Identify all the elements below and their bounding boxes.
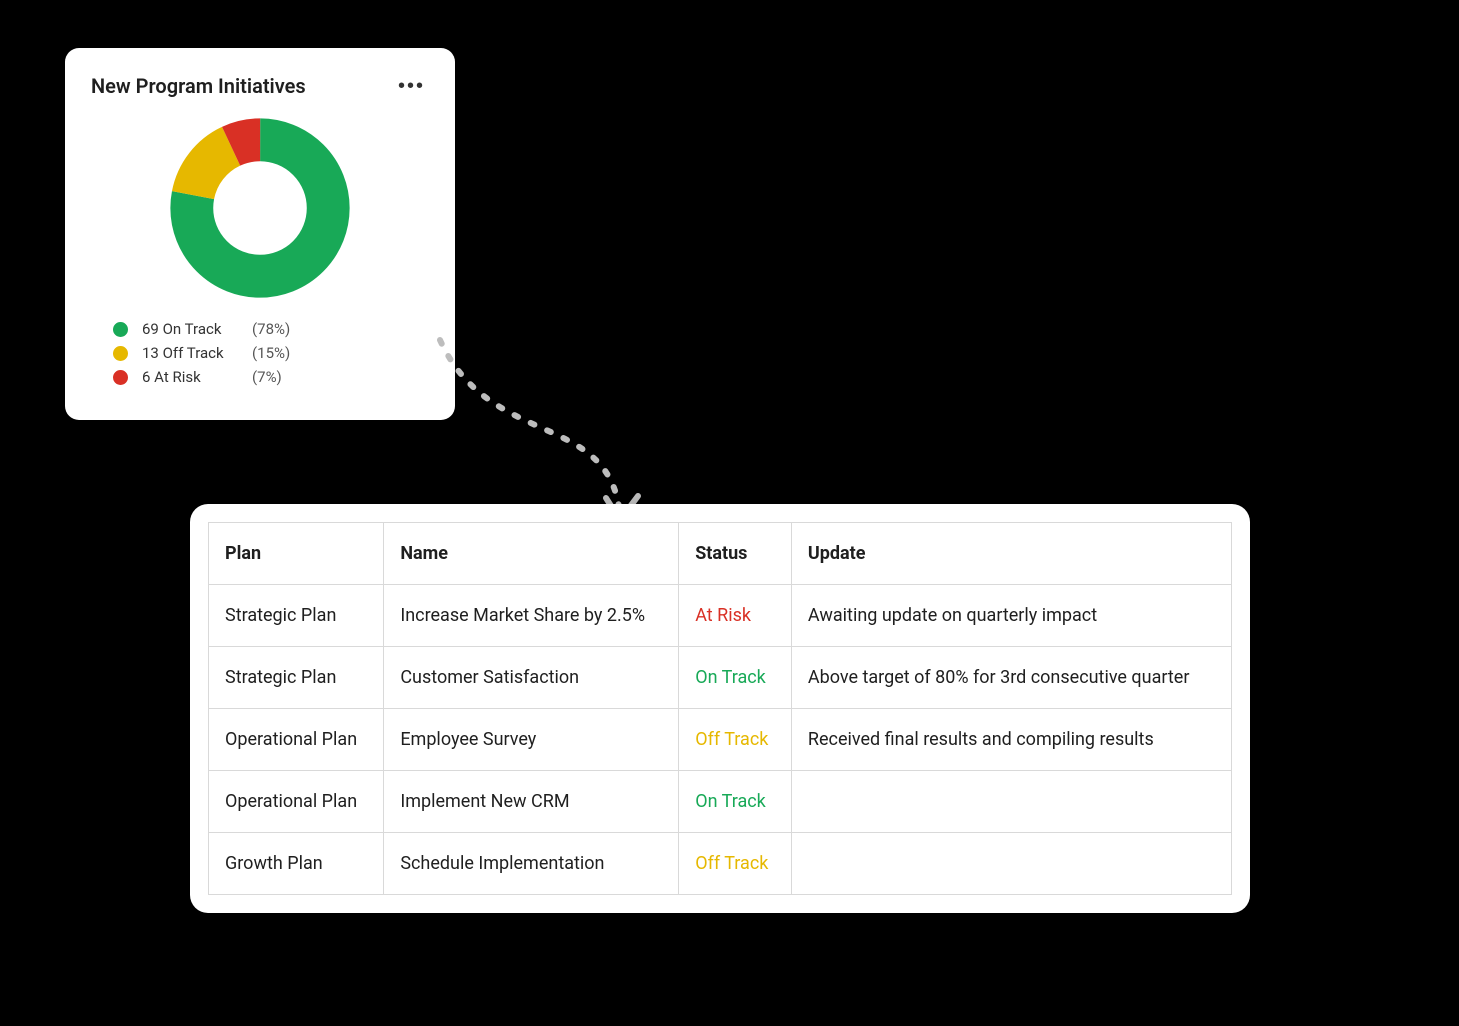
cell-name: Customer Satisfaction	[384, 647, 679, 709]
legend-percent: (78%)	[252, 320, 290, 338]
table-row: Operational PlanEmployee SurveyOff Track…	[209, 709, 1232, 771]
table-header-row: Plan Name Status Update	[209, 523, 1232, 585]
donut-slice-at-risk	[192, 140, 328, 276]
swatch-icon	[113, 346, 128, 361]
cell-update: Above target of 80% for 3rd consecutive …	[791, 647, 1231, 709]
cell-status: Off Track	[679, 709, 792, 771]
col-status: Status	[679, 523, 792, 585]
donut-chart-container	[91, 118, 429, 298]
swatch-icon	[113, 370, 128, 385]
cell-name: Implement New CRM	[384, 771, 679, 833]
table-row: Strategic PlanIncrease Market Share by 2…	[209, 585, 1232, 647]
cell-update	[791, 833, 1231, 895]
col-update: Update	[791, 523, 1231, 585]
cell-status: Off Track	[679, 833, 792, 895]
legend-item-off-track: 13 Off Track (15%)	[113, 344, 429, 362]
cell-plan: Growth Plan	[209, 833, 384, 895]
legend-label: 6 At Risk	[142, 368, 252, 386]
cell-plan: Operational Plan	[209, 771, 384, 833]
cell-status: At Risk	[679, 585, 792, 647]
legend-percent: (15%)	[252, 344, 290, 362]
col-plan: Plan	[209, 523, 384, 585]
cell-status: On Track	[679, 771, 792, 833]
cell-plan: Strategic Plan	[209, 647, 384, 709]
donut-chart	[170, 118, 350, 298]
legend-item-at-risk: 6 At Risk (7%)	[113, 368, 429, 386]
legend-percent: (7%)	[252, 368, 282, 386]
cell-plan: Strategic Plan	[209, 585, 384, 647]
table-row: Growth PlanSchedule ImplementationOff Tr…	[209, 833, 1232, 895]
initiatives-table: Plan Name Status Update Strategic PlanIn…	[208, 522, 1232, 895]
cell-update: Awaiting update on quarterly impact	[791, 585, 1231, 647]
initiatives-card: New Program Initiatives ••• 69 On Track …	[65, 48, 455, 420]
card-title: New Program Initiatives	[91, 74, 306, 98]
legend: 69 On Track (78%) 13 Off Track (15%) 6 A…	[91, 320, 429, 386]
cell-plan: Operational Plan	[209, 709, 384, 771]
cell-name: Employee Survey	[384, 709, 679, 771]
table-row: Strategic PlanCustomer SatisfactionOn Tr…	[209, 647, 1232, 709]
col-name: Name	[384, 523, 679, 585]
legend-label: 69 On Track	[142, 320, 252, 338]
initiatives-table-panel: Plan Name Status Update Strategic PlanIn…	[190, 504, 1250, 913]
cell-status: On Track	[679, 647, 792, 709]
cell-name: Schedule Implementation	[384, 833, 679, 895]
cell-name: Increase Market Share by 2.5%	[384, 585, 679, 647]
legend-item-on-track: 69 On Track (78%)	[113, 320, 429, 338]
legend-label: 13 Off Track	[142, 344, 252, 362]
swatch-icon	[113, 322, 128, 337]
table-row: Operational PlanImplement New CRMOn Trac…	[209, 771, 1232, 833]
more-menu-button[interactable]: •••	[394, 72, 429, 100]
cell-update	[791, 771, 1231, 833]
card-header: New Program Initiatives •••	[91, 72, 429, 100]
cell-update: Received final results and compiling res…	[791, 709, 1231, 771]
